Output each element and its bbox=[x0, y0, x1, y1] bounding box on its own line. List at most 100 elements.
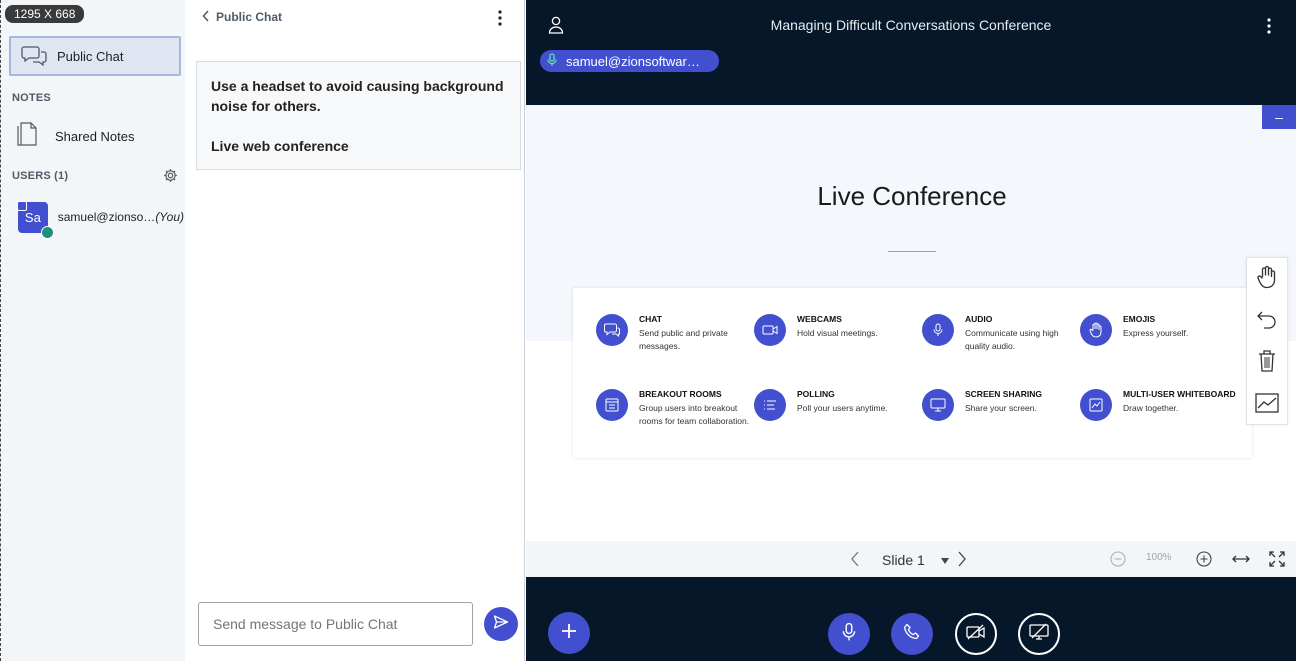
zoom-out-button[interactable] bbox=[1110, 551, 1126, 572]
features-card: CHAT Send public and private messages. W… bbox=[573, 288, 1252, 458]
presenter-icon bbox=[17, 200, 27, 211]
chat-title: Public Chat bbox=[216, 10, 283, 24]
notes-icon bbox=[15, 120, 39, 153]
gear-icon[interactable] bbox=[163, 168, 178, 188]
feature-title: MULTI-USER WHITEBOARD bbox=[1123, 389, 1236, 399]
welcome-line-2: Live web conference bbox=[211, 138, 349, 154]
chevron-left-icon bbox=[850, 551, 860, 572]
previous-slide-button[interactable] bbox=[850, 551, 860, 572]
chevron-left-icon bbox=[202, 9, 210, 25]
feature-desc: Send public and private messages. bbox=[639, 328, 728, 351]
dimension-badge: 1295 X 668 bbox=[5, 5, 85, 23]
whiteboard-icon bbox=[1255, 392, 1279, 418]
talker-name: samuel@zionsoftwar… bbox=[566, 53, 700, 69]
tool-multi-user[interactable] bbox=[1247, 384, 1287, 426]
share-webcam-button[interactable] bbox=[955, 613, 997, 655]
send-button[interactable] bbox=[484, 607, 518, 641]
fullscreen-button[interactable] bbox=[1269, 551, 1285, 572]
sidebar: 1295 X 668 Public Chat NOTES Shared Note… bbox=[0, 0, 185, 661]
fit-width-icon bbox=[1232, 552, 1250, 571]
webcam-icon bbox=[754, 314, 786, 346]
feature-title: BREAKOUT ROOMS bbox=[639, 389, 722, 399]
microphone-icon bbox=[547, 52, 557, 70]
welcome-line-1: Use a headset to avoid causing backgroun… bbox=[211, 78, 504, 114]
leave-audio-button[interactable] bbox=[891, 613, 933, 655]
user-name: samuel@zionso…(You) bbox=[58, 210, 184, 224]
caret-down-icon bbox=[940, 551, 949, 569]
tool-hand[interactable] bbox=[1247, 258, 1287, 300]
slide-select[interactable]: Slide 1 bbox=[882, 551, 949, 569]
tool-undo[interactable] bbox=[1247, 300, 1287, 342]
sidebar-item-label: Shared Notes bbox=[55, 129, 135, 144]
feature-desc: Share your screen. bbox=[965, 403, 1037, 413]
whiteboard-icon bbox=[1080, 389, 1112, 421]
chat-message-input[interactable] bbox=[198, 602, 473, 646]
notes-header: NOTES bbox=[12, 92, 51, 104]
screen-share-icon bbox=[922, 389, 954, 421]
feature-desc: Express yourself. bbox=[1123, 328, 1189, 338]
feature-whiteboard: MULTI-USER WHITEBOARD Draw together. bbox=[1080, 389, 1250, 421]
main-area: Managing Difficult Conversations Confere… bbox=[526, 0, 1296, 661]
zoom-out-icon bbox=[1110, 551, 1126, 572]
zoom-in-icon bbox=[1196, 551, 1212, 572]
chat-options-kebab-icon[interactable] bbox=[497, 10, 503, 31]
avatar-initials: Sa bbox=[24, 209, 41, 225]
slide-select-value: Slide 1 bbox=[882, 552, 925, 568]
feature-polling: POLLING Poll your users anytime. bbox=[754, 389, 909, 421]
feature-webcams: WEBCAMS Hold visual meetings. bbox=[754, 314, 909, 346]
user-you-label: (You) bbox=[155, 210, 184, 224]
whiteboard-toolbar bbox=[1246, 257, 1288, 425]
microphone-icon bbox=[842, 622, 856, 647]
presentation-toolbar: Slide 1 100% bbox=[526, 541, 1296, 577]
hand-icon bbox=[1080, 314, 1112, 346]
user-name-text: samuel@zionso… bbox=[57, 210, 156, 224]
polling-icon bbox=[754, 389, 786, 421]
feature-title: EMOJIS bbox=[1123, 314, 1156, 324]
voice-icon bbox=[40, 225, 54, 239]
phone-icon bbox=[903, 623, 921, 646]
chat-icon bbox=[596, 314, 628, 346]
next-slide-button[interactable] bbox=[957, 551, 967, 572]
breakout-icon bbox=[596, 389, 628, 421]
zoom-in-button[interactable] bbox=[1196, 551, 1212, 572]
plus-icon bbox=[560, 622, 578, 645]
zoom-level[interactable]: 100% bbox=[1146, 552, 1172, 563]
fit-width-button[interactable] bbox=[1232, 552, 1250, 571]
mute-microphone-button[interactable] bbox=[828, 613, 870, 655]
screen-share-off-icon bbox=[1029, 623, 1049, 646]
slide-divider bbox=[888, 251, 936, 252]
feature-breakout-rooms: BREAKOUT ROOMS Group users into breakout… bbox=[596, 389, 751, 427]
chat-panel: Public Chat Use a headset to avoid causi… bbox=[185, 0, 525, 661]
feature-desc: Group users into breakout rooms for team… bbox=[639, 403, 750, 426]
zoom-level-value: 100% bbox=[1146, 552, 1172, 563]
chevron-right-icon bbox=[957, 551, 967, 572]
action-bar bbox=[526, 577, 1296, 661]
sidebar-item-public-chat[interactable]: Public Chat bbox=[9, 36, 181, 76]
tool-clear[interactable] bbox=[1247, 342, 1287, 384]
feature-audio: AUDIO Communicate using high quality aud… bbox=[922, 314, 1077, 352]
user-list-item[interactable]: Sa samuel@zionso…(You) bbox=[17, 200, 184, 239]
options-kebab-icon[interactable] bbox=[1266, 18, 1272, 39]
actions-plus-button[interactable] bbox=[548, 612, 590, 654]
feature-title: CHAT bbox=[639, 314, 662, 324]
sidebar-item-shared-notes[interactable]: Shared Notes bbox=[15, 120, 135, 153]
chat-back-button[interactable]: Public Chat bbox=[202, 8, 282, 26]
minimize-presentation-button[interactable]: – bbox=[1262, 105, 1296, 129]
feature-desc: Hold visual meetings. bbox=[797, 328, 878, 338]
feature-desc: Communicate using high quality audio. bbox=[965, 328, 1059, 351]
chat-bubbles-icon bbox=[11, 45, 57, 67]
welcome-message: Use a headset to avoid causing backgroun… bbox=[196, 61, 521, 170]
feature-emojis: EMOJIS Express yourself. bbox=[1080, 314, 1235, 346]
feature-title: SCREEN SHARING bbox=[965, 389, 1042, 399]
hand-icon bbox=[1256, 265, 1278, 294]
avatar: Sa bbox=[17, 200, 54, 239]
presentation-area: – Live Conference CHAT Send public and p… bbox=[526, 105, 1296, 541]
undo-icon bbox=[1256, 309, 1278, 334]
users-header: USERS (1) bbox=[12, 170, 69, 182]
share-screen-button[interactable] bbox=[1018, 613, 1060, 655]
conference-title: Managing Difficult Conversations Confere… bbox=[770, 17, 1052, 33]
talking-indicator[interactable]: samuel@zionsoftwar… bbox=[540, 50, 719, 72]
feature-title: POLLING bbox=[797, 389, 835, 399]
feature-title: AUDIO bbox=[965, 314, 993, 324]
feature-desc: Draw together. bbox=[1123, 403, 1179, 413]
